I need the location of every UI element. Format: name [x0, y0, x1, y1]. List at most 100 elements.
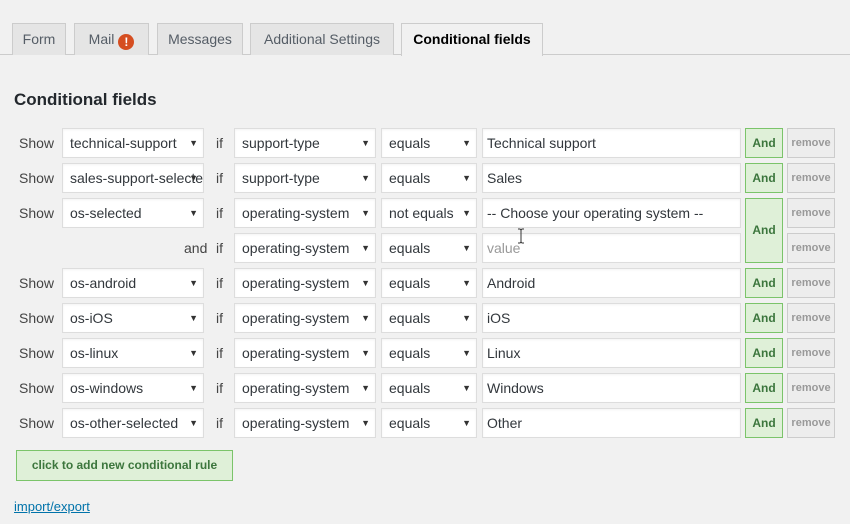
if-label: if	[216, 415, 223, 431]
caret-down-icon: ▼	[189, 173, 198, 183]
caret-down-icon: ▼	[361, 383, 370, 393]
caret-down-icon: ▼	[462, 278, 471, 288]
and-button[interactable]: And	[745, 198, 783, 263]
rule-row: Show os-other-selected ▼ if operating-system…	[0, 408, 850, 438]
caret-down-icon: ▼	[361, 138, 370, 148]
caret-down-icon: ▼	[361, 313, 370, 323]
select-value: equals	[389, 380, 431, 396]
if-field-select[interactable]: support-type ▼	[234, 128, 376, 158]
select-value: equals	[389, 170, 431, 186]
caret-down-icon: ▼	[189, 418, 198, 428]
tab-label: Mail	[88, 31, 115, 47]
if-field-select[interactable]: operating-system ▼	[234, 373, 376, 403]
select-value: equals	[389, 345, 431, 361]
show-label: Show	[19, 415, 55, 431]
operator-select[interactable]: equals ▼	[381, 303, 477, 333]
rule-row: and if operating-system ▼ equals ▼ value remove	[0, 233, 850, 263]
value-input[interactable]: Other	[482, 408, 741, 438]
if-field-select[interactable]: operating-system ▼	[234, 408, 376, 438]
operator-select[interactable]: equals ▼	[381, 268, 477, 298]
operator-select[interactable]: equals ▼	[381, 163, 477, 193]
remove-button[interactable]: remove	[787, 338, 835, 368]
show-label: Show	[19, 380, 55, 396]
tab-messages[interactable]: Messages	[157, 23, 243, 55]
remove-button[interactable]: remove	[787, 373, 835, 403]
remove-button[interactable]: remove	[787, 303, 835, 333]
and-button[interactable]: And	[745, 408, 783, 438]
caret-down-icon: ▼	[462, 313, 471, 323]
value-input[interactable]: Android	[482, 268, 741, 298]
field-select[interactable]: os-other-selected ▼	[62, 408, 204, 438]
tab-label: Messages	[168, 31, 232, 47]
field-select[interactable]: sales-support-selected ▼	[62, 163, 204, 193]
tab-additional-settings[interactable]: Additional Settings	[250, 23, 394, 55]
value-input[interactable]: Linux	[482, 338, 741, 368]
select-value: equals	[389, 275, 431, 291]
caret-down-icon: ▼	[189, 383, 198, 393]
value-input[interactable]: Technical support	[482, 128, 741, 158]
operator-select[interactable]: equals ▼	[381, 338, 477, 368]
and-button[interactable]: And	[745, 338, 783, 368]
show-label: Show	[19, 275, 55, 291]
field-select[interactable]: os-linux ▼	[62, 338, 204, 368]
select-value: operating-system	[242, 310, 350, 326]
and-button[interactable]: And	[745, 163, 783, 193]
if-label: if	[216, 345, 223, 361]
select-value: os-android	[70, 275, 137, 291]
rule-row: Show os-iOS ▼ if operating-system ▼ equals ▼ iOS…	[0, 303, 850, 333]
remove-button[interactable]: remove	[787, 198, 835, 228]
remove-button[interactable]: remove	[787, 233, 835, 263]
tab-label: Form	[22, 31, 56, 47]
field-select[interactable]: os-selected ▼	[62, 198, 204, 228]
import-export-link[interactable]: import/export	[14, 499, 90, 514]
caret-down-icon: ▼	[462, 348, 471, 358]
select-value: os-linux	[70, 345, 119, 361]
if-field-select[interactable]: operating-system ▼	[234, 233, 376, 263]
tab-mail[interactable]: Mail!	[74, 23, 149, 55]
select-value: os-selected	[70, 205, 142, 221]
and-button[interactable]: And	[745, 268, 783, 298]
operator-select[interactable]: not equals ▼	[381, 198, 477, 228]
field-select[interactable]: os-iOS ▼	[62, 303, 204, 333]
caret-down-icon: ▼	[361, 243, 370, 253]
if-field-select[interactable]: operating-system ▼	[234, 338, 376, 368]
operator-select[interactable]: equals ▼	[381, 128, 477, 158]
remove-button[interactable]: remove	[787, 128, 835, 158]
value-input[interactable]: -- Choose your operating system --	[482, 198, 741, 228]
if-field-select[interactable]: operating-system ▼	[234, 303, 376, 333]
and-button[interactable]: And	[745, 303, 783, 333]
field-select[interactable]: os-android ▼	[62, 268, 204, 298]
operator-select[interactable]: equals ▼	[381, 373, 477, 403]
remove-button[interactable]: remove	[787, 408, 835, 438]
tab-label: Conditional fields	[413, 31, 531, 47]
field-select[interactable]: technical-support ▼	[62, 128, 204, 158]
value-input[interactable]: Sales	[482, 163, 741, 193]
select-value: operating-system	[242, 275, 350, 291]
remove-button[interactable]: remove	[787, 268, 835, 298]
remove-button[interactable]: remove	[787, 163, 835, 193]
rule-row: Show os-android ▼ if operating-system ▼ equals…	[0, 268, 850, 298]
tab-conditional-fields[interactable]: Conditional fields	[401, 23, 543, 56]
if-label: if	[216, 205, 223, 221]
if-label: if	[216, 275, 223, 291]
operator-select[interactable]: equals ▼	[381, 233, 477, 263]
value-input[interactable]: Windows	[482, 373, 741, 403]
select-value: operating-system	[242, 345, 350, 361]
tab-form[interactable]: Form	[12, 23, 66, 55]
section-title: Conditional fields	[14, 90, 157, 109]
if-field-select[interactable]: support-type ▼	[234, 163, 376, 193]
show-label: Show	[19, 310, 55, 326]
value-input[interactable]: iOS	[482, 303, 741, 333]
show-label: Show	[19, 170, 55, 186]
if-field-select[interactable]: operating-system ▼	[234, 198, 376, 228]
rule-row: Show os-selected ▼ if operating-system ▼ not e…	[0, 198, 850, 228]
if-label: if	[216, 310, 223, 326]
field-select[interactable]: os-windows ▼	[62, 373, 204, 403]
operator-select[interactable]: equals ▼	[381, 408, 477, 438]
and-button[interactable]: And	[745, 128, 783, 158]
select-value: equals	[389, 415, 431, 431]
and-button[interactable]: And	[745, 373, 783, 403]
add-rule-button[interactable]: click to add new conditional rule	[16, 450, 233, 481]
select-value: support-type	[242, 170, 320, 186]
if-field-select[interactable]: operating-system ▼	[234, 268, 376, 298]
